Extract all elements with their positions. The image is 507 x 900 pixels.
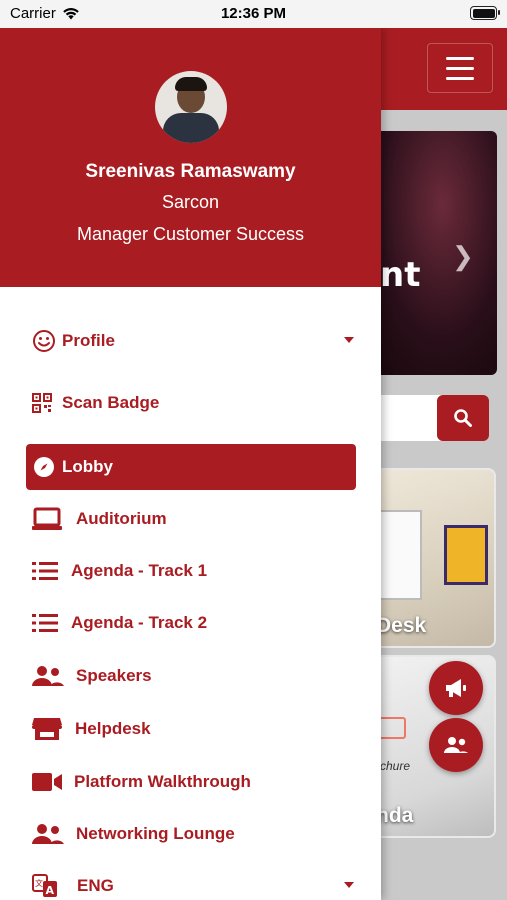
status-bar: Carrier 12:36 PM xyxy=(0,0,507,28)
booth-stand-image xyxy=(444,525,488,585)
user-name: Sreenivas Ramaswamy xyxy=(85,161,296,182)
menu-item-lobby[interactable]: Lobby xyxy=(26,444,356,490)
menu-item-label: ENG xyxy=(77,876,114,895)
menu-item-platform-walkthrough[interactable]: Platform Walkthrough xyxy=(26,759,356,805)
menu-item-label: Profile xyxy=(62,331,115,350)
list-icon xyxy=(26,613,71,633)
menu-item-label: Agenda - Track 1 xyxy=(71,561,208,580)
battery-icon xyxy=(470,6,500,20)
store-icon xyxy=(26,717,75,741)
menu-item-auditorium[interactable]: Auditorium xyxy=(26,496,356,542)
menu-item-label: Networking Lounge xyxy=(76,824,235,843)
translate-icon: A文 xyxy=(26,874,77,898)
menu-item-agenda-track-1[interactable]: Agenda - Track 1 xyxy=(26,548,356,594)
helpdesk-tile[interactable]: Desk xyxy=(362,468,496,648)
menu-item-label: Lobby xyxy=(62,457,113,476)
smiley-icon xyxy=(26,329,62,353)
users-icon xyxy=(26,823,76,845)
tile-caption: chure xyxy=(380,759,411,773)
user-company: Sarcon xyxy=(161,192,220,212)
status-time: 12:36 PM xyxy=(220,5,287,22)
compass-icon xyxy=(26,455,62,479)
menu-item-language[interactable]: A文 ENG xyxy=(26,863,356,900)
profile-header: Sreenivas Ramaswamy Sarcon Manager Custo… xyxy=(0,28,381,287)
menu-item-helpdesk[interactable]: Helpdesk xyxy=(26,706,356,752)
menu-item-label: Scan Badge xyxy=(62,393,160,412)
menu-item-label: Auditorium xyxy=(76,509,167,528)
search-icon xyxy=(454,409,472,427)
video-camera-icon xyxy=(26,772,74,792)
announcements-button[interactable] xyxy=(429,661,483,715)
attendees-button[interactable] xyxy=(429,718,483,772)
menu-item-networking-lounge[interactable]: Networking Lounge xyxy=(26,811,356,857)
chevron-down-icon[interactable] xyxy=(344,337,354,343)
tile-label: Desk xyxy=(376,614,427,637)
users-icon xyxy=(444,737,468,753)
user-role: Manager Customer Success xyxy=(76,224,305,244)
list-icon xyxy=(26,561,71,581)
menu-item-label: Agenda - Track 2 xyxy=(71,613,208,632)
megaphone-icon xyxy=(446,679,466,697)
svg-text:文: 文 xyxy=(35,878,43,888)
avatar xyxy=(155,71,227,143)
svg-text:A: A xyxy=(46,884,55,897)
navigation-drawer: Sreenivas Ramaswamy Sarcon Manager Custo… xyxy=(0,28,381,900)
hero-title-fragment: nt xyxy=(380,255,421,295)
menu-item-label: Platform Walkthrough xyxy=(74,772,251,791)
laptop-icon xyxy=(26,507,76,531)
search-button[interactable] xyxy=(437,395,489,441)
menu-item-scan-badge[interactable]: Scan Badge xyxy=(26,380,356,426)
menu-item-profile[interactable]: Profile xyxy=(26,318,356,364)
menu-item-agenda-track-2[interactable]: Agenda - Track 2 xyxy=(26,600,356,646)
menu-item-label: Helpdesk xyxy=(75,719,151,738)
menu-item-speakers[interactable]: Speakers xyxy=(26,653,356,699)
chevron-down-icon[interactable] xyxy=(344,882,354,888)
qr-code-icon xyxy=(26,393,62,413)
tile-label: nda xyxy=(376,804,414,827)
hamburger-menu-button[interactable] xyxy=(427,43,493,93)
users-icon xyxy=(26,665,76,687)
chevron-right-icon[interactable]: ❯ xyxy=(452,241,474,272)
menu-item-label: Speakers xyxy=(76,666,152,685)
